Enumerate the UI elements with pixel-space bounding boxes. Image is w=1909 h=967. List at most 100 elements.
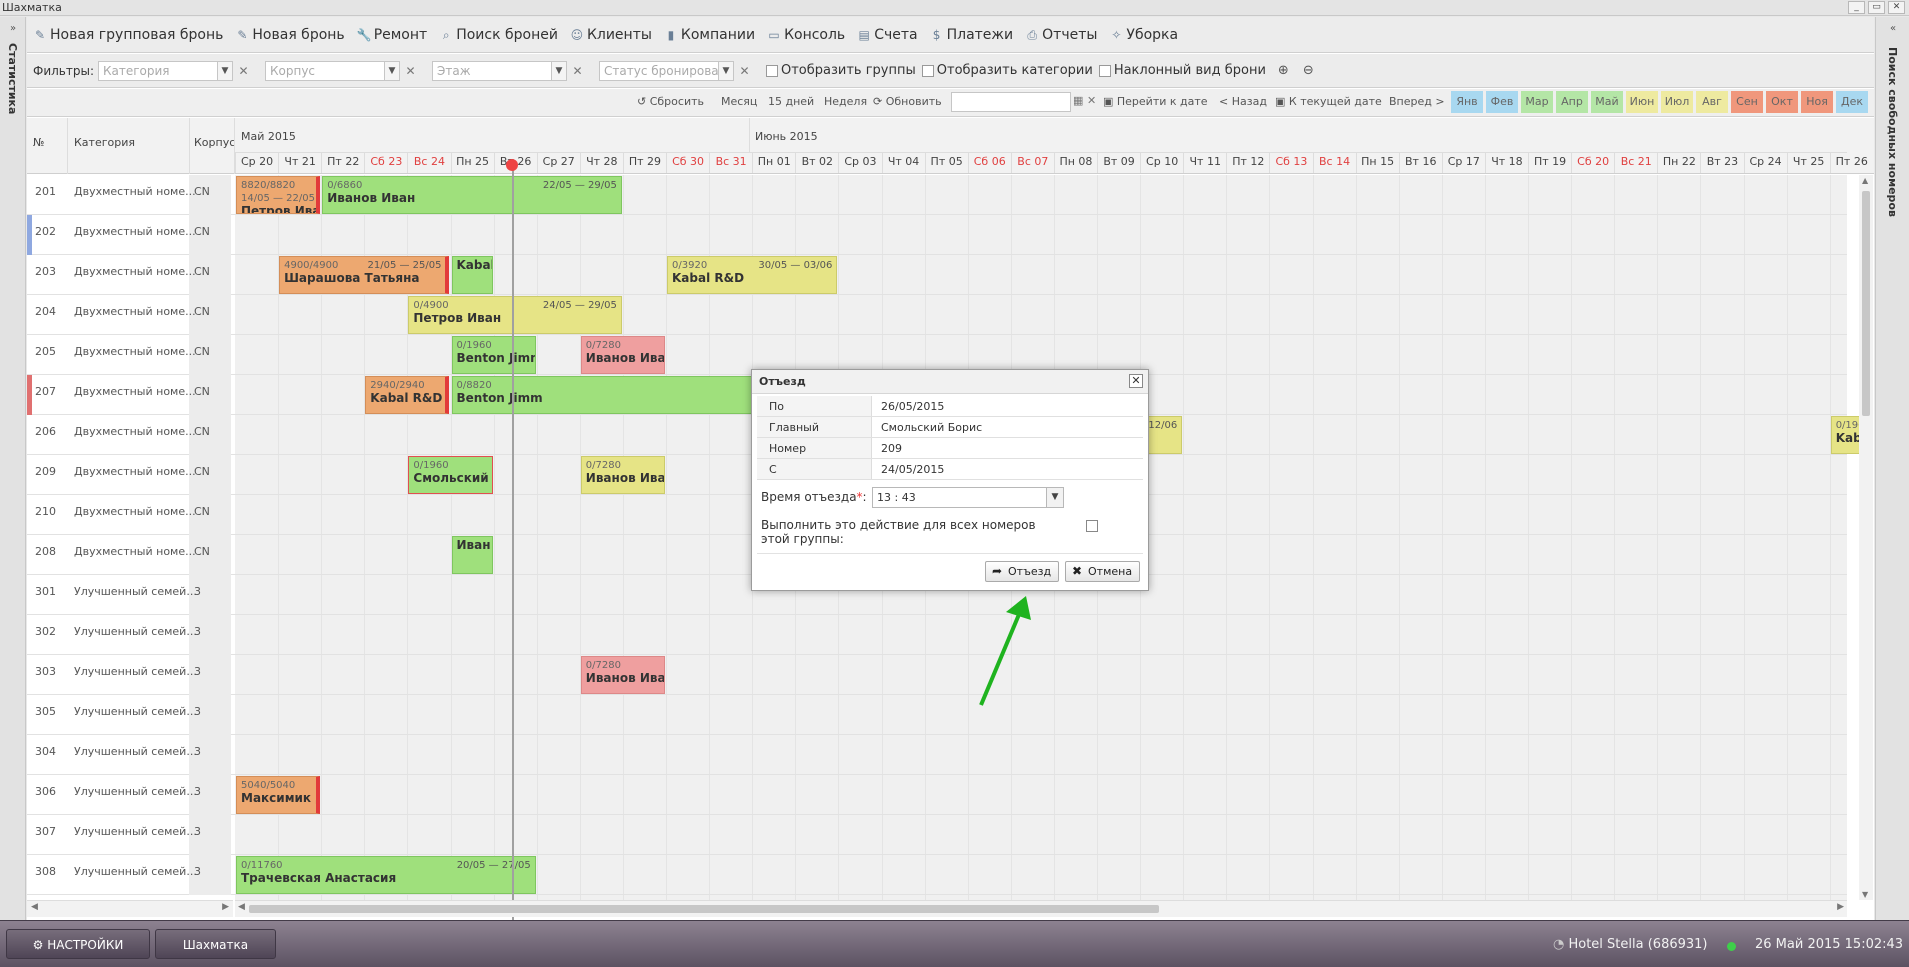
chevron-down-icon[interactable]: ▼ — [218, 60, 233, 81]
status-filter-input[interactable]: Статус бронирован — [599, 60, 719, 81]
day-header[interactable]: Сб 13 — [1269, 153, 1312, 173]
month-view-button[interactable]: Месяц — [721, 95, 757, 108]
booking-block[interactable]: 8820/8820 14/05 — 22/05 Петров Ива — [236, 176, 321, 214]
clear-icon[interactable]: ✕ — [403, 61, 418, 81]
apply-all-checkbox[interactable] — [1086, 520, 1098, 532]
date-input[interactable] — [951, 92, 1071, 112]
room-number[interactable]: 304 — [35, 745, 56, 758]
booking-block[interactable]: 0/1960 Benton Jimm — [451, 336, 536, 374]
month-button-10[interactable]: Ноя — [1801, 91, 1833, 113]
day-header[interactable]: Вс 24 — [407, 153, 450, 173]
room-number[interactable]: 301 — [35, 585, 56, 598]
booking-block[interactable]: 4900/4900 21/05 — 25/05 Шарашова Татьяна — [279, 256, 450, 294]
menu-item-10[interactable]: ✧ Уборка — [1109, 27, 1178, 43]
horizontal-scroll-thumb[interactable] — [249, 905, 1159, 913]
booking-block[interactable]: 0/6860 22/05 — 29/05 Иванов Иван — [322, 176, 622, 214]
room-number[interactable]: 209 — [35, 465, 56, 478]
day-header[interactable]: Ср 10 — [1140, 153, 1183, 173]
booking-block[interactable]: 0/196Kaba — [1830, 416, 1861, 454]
settings-button[interactable]: ⚙ НАСТРОЙКИ — [6, 929, 150, 959]
minimize-icon[interactable]: _ — [1848, 1, 1865, 14]
cancel-button[interactable]: ✖ Отмена — [1065, 561, 1140, 582]
clear-icon[interactable]: ✕ — [570, 61, 585, 81]
menu-item-8[interactable]: $ Платежи — [930, 27, 1013, 43]
room-number[interactable]: 202 — [35, 225, 56, 238]
room-number[interactable]: 203 — [35, 265, 56, 278]
menu-item-5[interactable]: ▮ Компании — [664, 27, 755, 43]
room-number[interactable]: 208 — [35, 545, 56, 558]
day-header[interactable]: Вт 09 — [1097, 153, 1140, 173]
departure-time-input[interactable]: 13 : 43 — [872, 487, 1047, 508]
booking-block[interactable]: 0/1960 Смольский I — [408, 456, 493, 494]
current-date-button[interactable]: ▣ К текущей дате — [1275, 95, 1382, 108]
zoom-in-icon[interactable]: ⊕ — [1278, 63, 1289, 78]
goto-date-button[interactable]: ▣ Перейти к дате — [1103, 95, 1208, 108]
15-days-view-button[interactable]: 15 дней — [768, 95, 814, 108]
day-header[interactable]: Пн 25 — [450, 153, 494, 173]
day-header[interactable]: Пт 19 — [1528, 153, 1571, 173]
day-header[interactable]: Чт 11 — [1183, 153, 1226, 173]
booking-block[interactable]: 0/4900 24/05 — 29/05 Петров Иван — [408, 296, 622, 334]
expand-panel-icon[interactable]: » — [5, 23, 21, 37]
room-number[interactable]: 305 — [35, 705, 56, 718]
booking-block[interactable]: 0/7280Иванов Иван — [580, 656, 665, 694]
day-header[interactable]: Чт 21 — [278, 153, 321, 173]
room-number[interactable]: 201 — [35, 185, 56, 198]
chevron-down-icon[interactable]: ▼ — [1046, 487, 1064, 508]
month-button-0[interactable]: Янв — [1451, 91, 1483, 113]
clear-icon[interactable]: ✕ — [737, 61, 752, 81]
room-number[interactable]: 204 — [35, 305, 56, 318]
refresh-button[interactable]: ⟳ Обновить — [873, 95, 942, 108]
vertical-scrollbar[interactable]: ▲ ▼ — [1859, 175, 1873, 900]
building-filter-input[interactable]: Корпус — [265, 60, 385, 81]
day-header[interactable]: Пн 08 — [1053, 153, 1097, 173]
day-header[interactable]: Ср 17 — [1441, 153, 1485, 173]
calendar-icon[interactable]: ▦ — [1073, 94, 1083, 107]
day-header[interactable]: Сб 20 — [1571, 153, 1614, 173]
day-header[interactable]: Чт 28 — [579, 153, 623, 173]
close-icon[interactable]: ✕ — [1888, 1, 1905, 14]
booking-block[interactable]: 0/7280Иванов Иван — [580, 336, 665, 374]
month-button-4[interactable]: Май — [1591, 91, 1623, 113]
month-button-2[interactable]: Мар — [1521, 91, 1553, 113]
month-button-8[interactable]: Сен — [1731, 91, 1763, 113]
room-number[interactable]: 302 — [35, 625, 56, 638]
left-stats-panel[interactable]: » Статистика — [0, 17, 26, 920]
month-button-3[interactable]: Апр — [1556, 91, 1588, 113]
day-header[interactable]: Пт 05 — [924, 153, 968, 173]
reset-button[interactable]: ↺ Сбросить — [637, 95, 704, 108]
day-header[interactable]: Сб 06 — [967, 153, 1011, 173]
day-header[interactable]: Пн 15 — [1355, 153, 1399, 173]
booking-block[interactable]: 0/8820 Benton Jimm — [451, 376, 756, 414]
menu-item-3[interactable]: ⌕ Поиск броней — [439, 27, 558, 43]
booking-block[interactable]: 5040/5040 Максимик Д — [236, 776, 321, 814]
menu-item-7[interactable]: ▤ Счета — [857, 27, 918, 43]
room-number[interactable]: 303 — [35, 665, 56, 678]
day-header[interactable]: Ср 20 — [235, 153, 278, 173]
restore-icon[interactable]: ▭ — [1868, 1, 1885, 14]
horizontal-scrollbar[interactable]: ◀ ▶ — [235, 900, 1847, 917]
day-header[interactable]: Ср 27 — [536, 153, 580, 173]
booking-block[interactable]: Kabal — [451, 256, 493, 294]
clear-icon[interactable]: ✕ — [1087, 94, 1096, 107]
right-free-rooms-panel[interactable]: « Поиск свободных номеров — [1875, 17, 1909, 920]
chevron-down-icon[interactable]: ▼ — [385, 60, 400, 81]
room-number[interactable]: 306 — [35, 785, 56, 798]
collapse-panel-icon[interactable]: « — [1885, 23, 1901, 37]
day-header[interactable]: Вт 16 — [1398, 153, 1442, 173]
clear-icon[interactable]: ✕ — [236, 61, 251, 81]
back-button[interactable]: < Назад — [1219, 95, 1267, 108]
chess-window-tab[interactable]: Шахматка — [155, 929, 276, 959]
month-button-7[interactable]: Авг — [1696, 91, 1728, 113]
room-number[interactable]: 205 — [35, 345, 56, 358]
month-button-9[interactable]: Окт — [1766, 91, 1798, 113]
booking-block[interactable]: 2940/2940 Kabal R&D — [365, 376, 450, 414]
room-number[interactable]: 307 — [35, 825, 56, 838]
menu-item-2[interactable]: 🔧 Ремонт — [357, 27, 428, 43]
day-header[interactable]: Чт 25 — [1786, 153, 1830, 173]
day-header[interactable]: Пн 22 — [1657, 153, 1700, 173]
menu-item-4[interactable]: ☺ Клиенты — [570, 27, 652, 43]
day-header[interactable]: Сб 23 — [364, 153, 407, 173]
room-number[interactable]: 207 — [35, 385, 56, 398]
menu-item-9[interactable]: ⎙ Отчеты — [1025, 27, 1097, 43]
